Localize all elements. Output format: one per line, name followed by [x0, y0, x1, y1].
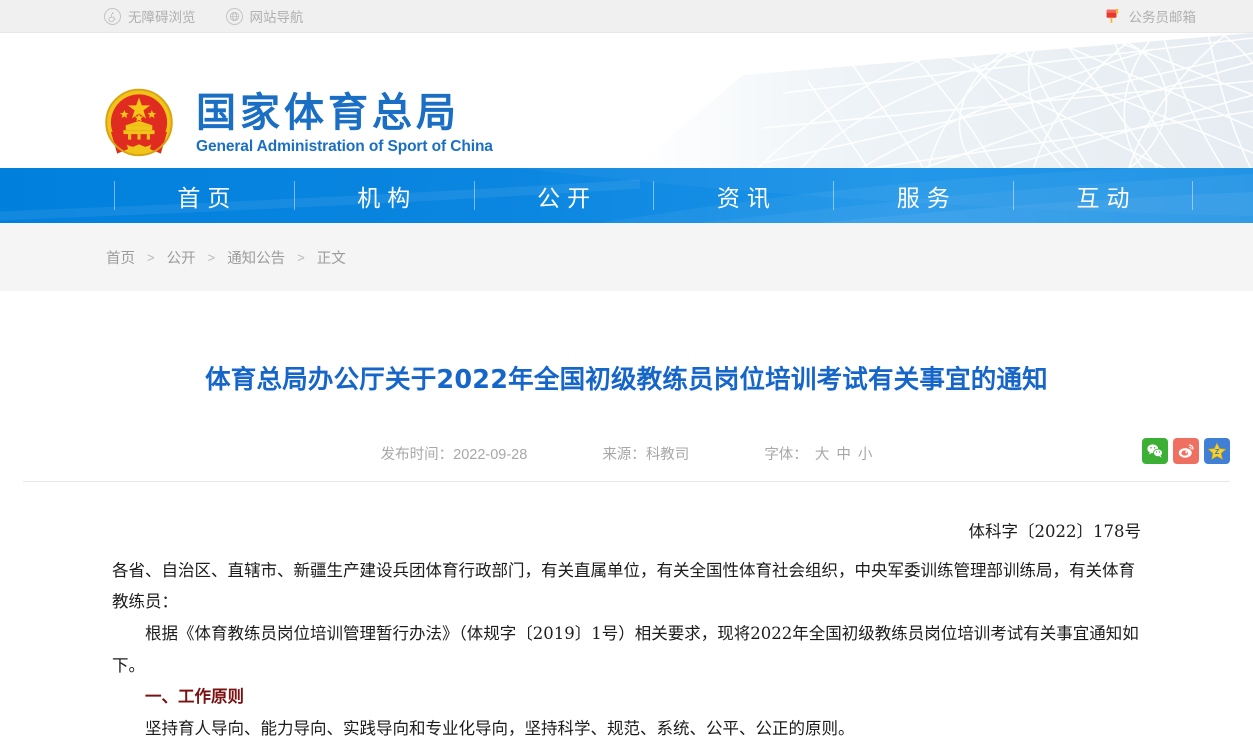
nav-label: 服务	[896, 185, 957, 212]
accessibility-label: 无障碍浏览	[128, 10, 196, 25]
nav-label: 公开	[537, 185, 598, 212]
nav-item-news[interactable]: 资讯	[653, 168, 833, 223]
civil-servant-mailbox-link[interactable]: 公务员邮箱	[1103, 6, 1197, 26]
article-container: 体育总局办公厅关于2022年全国初级教练员岗位培训考试有关事宜的通知 发布时间：…	[0, 291, 1253, 739]
publish-time-label: 发布时间：	[380, 446, 454, 463]
article-body: 体科字〔2022〕178号 各省、自治区、直辖市、新疆生产建设兵团体育行政部门，…	[0, 516, 1253, 739]
nav-item-disclosure[interactable]: 公开	[473, 168, 654, 223]
publish-time: 发布时间：2022-09-28	[381, 443, 528, 464]
breadcrumb-item-home[interactable]: 首页	[106, 247, 135, 268]
nav-item-home[interactable]: 首页	[114, 168, 294, 223]
globe-icon	[225, 7, 243, 25]
header-decorative-pattern	[633, 33, 1253, 168]
page-title: 体育总局办公厅关于2022年全国初级教练员岗位培训考试有关事宜的通知	[205, 365, 1048, 395]
section-heading-work-principles: 一、工作原则	[145, 687, 244, 707]
article-source: 来源：科教司	[602, 443, 689, 464]
font-size-small-button[interactable]: 小	[858, 443, 873, 464]
breadcrumb-separator: >	[147, 249, 155, 265]
brand-title-cn: 国家体育总局	[196, 90, 460, 136]
wheelchair-accessibility-icon	[104, 7, 121, 25]
accessibility-link[interactable]: 无障碍浏览	[104, 6, 196, 26]
breadcrumb-separator: >	[297, 249, 305, 265]
wechat-share-icon[interactable]	[1142, 438, 1168, 464]
font-size-label: 字体：	[764, 446, 808, 463]
nav-item-interaction[interactable]: 互动	[1013, 168, 1193, 223]
site-navigation-label: 网站导航	[249, 10, 304, 25]
nav-item-services[interactable]: 服务	[833, 168, 1013, 223]
body-paragraph-intro: 根据《体育教练员岗位培训管理暂行办法》（体规字〔2019〕1号）相关要求，现将2…	[112, 624, 1139, 675]
breadcrumb-item-article: 正文	[316, 250, 346, 267]
mailbox-icon	[1103, 7, 1121, 25]
top-utility-bar: 无障碍浏览 网站导航 公务员邮箱	[0, 0, 1253, 33]
share-buttons: Z	[1142, 438, 1230, 464]
china-national-emblem-icon	[100, 85, 178, 163]
site-logo[interactable]: 国家体育总局 General Administration of Sport o…	[100, 85, 493, 163]
breadcrumb-separator: >	[207, 249, 216, 265]
breadcrumb-band: 首页 > 公开 > 通知公告 > 正文	[0, 223, 1253, 291]
svg-text:Z: Z	[1215, 448, 1220, 456]
article-meta: 发布时间：2022-09-28 来源：科教司 字体： 大 中 小 Z	[0, 436, 1253, 470]
favorite-star-share-icon[interactable]: Z	[1204, 438, 1230, 464]
site-header: 国家体育总局 General Administration of Sport o…	[0, 33, 1253, 168]
body-paragraph-principles: 坚持育人导向、能力导向、实践导向和专业化导向，坚持科学、规范、系统、公平、公正的…	[145, 719, 855, 739]
document-number: 体科字〔2022〕178号	[968, 522, 1142, 541]
top-utility-links: 无障碍浏览 网站导航	[104, 6, 304, 26]
font-size-control: 字体： 大 中 小	[764, 443, 872, 464]
font-size-large-button[interactable]: 大	[815, 443, 830, 464]
breadcrumb: 首页 > 公开 > 通知公告 > 正文	[106, 247, 346, 268]
mailbox-label: 公务员邮箱	[1128, 10, 1197, 25]
nav-label: 互动	[1076, 185, 1137, 212]
nav-label: 资讯	[716, 185, 777, 212]
nav-label: 机构	[357, 185, 418, 212]
publish-time-value: 2022-09-28	[453, 446, 528, 463]
nav-label: 首页	[177, 185, 238, 212]
main-navigation: 首页 机构 公开 资讯 服务 互动	[0, 168, 1253, 223]
source-value: 科教司	[645, 446, 690, 463]
meta-divider	[23, 481, 1230, 482]
site-navigation-link[interactable]: 网站导航	[225, 6, 304, 26]
source-label: 来源：	[602, 446, 646, 463]
breadcrumb-item-disclosure[interactable]: 公开	[167, 247, 196, 268]
nav-item-organization[interactable]: 机构	[293, 168, 474, 223]
body-paragraph-recipients: 各省、自治区、直辖市、新疆生产建设兵团体育行政部门，有关直属单位，有关全国性体育…	[112, 560, 1135, 612]
breadcrumb-item-notices[interactable]: 通知公告	[227, 247, 285, 268]
brand-title-en: General Administration of Sport of China	[196, 138, 493, 155]
weibo-share-icon[interactable]	[1173, 438, 1199, 464]
font-size-medium-button[interactable]: 中	[836, 443, 851, 464]
